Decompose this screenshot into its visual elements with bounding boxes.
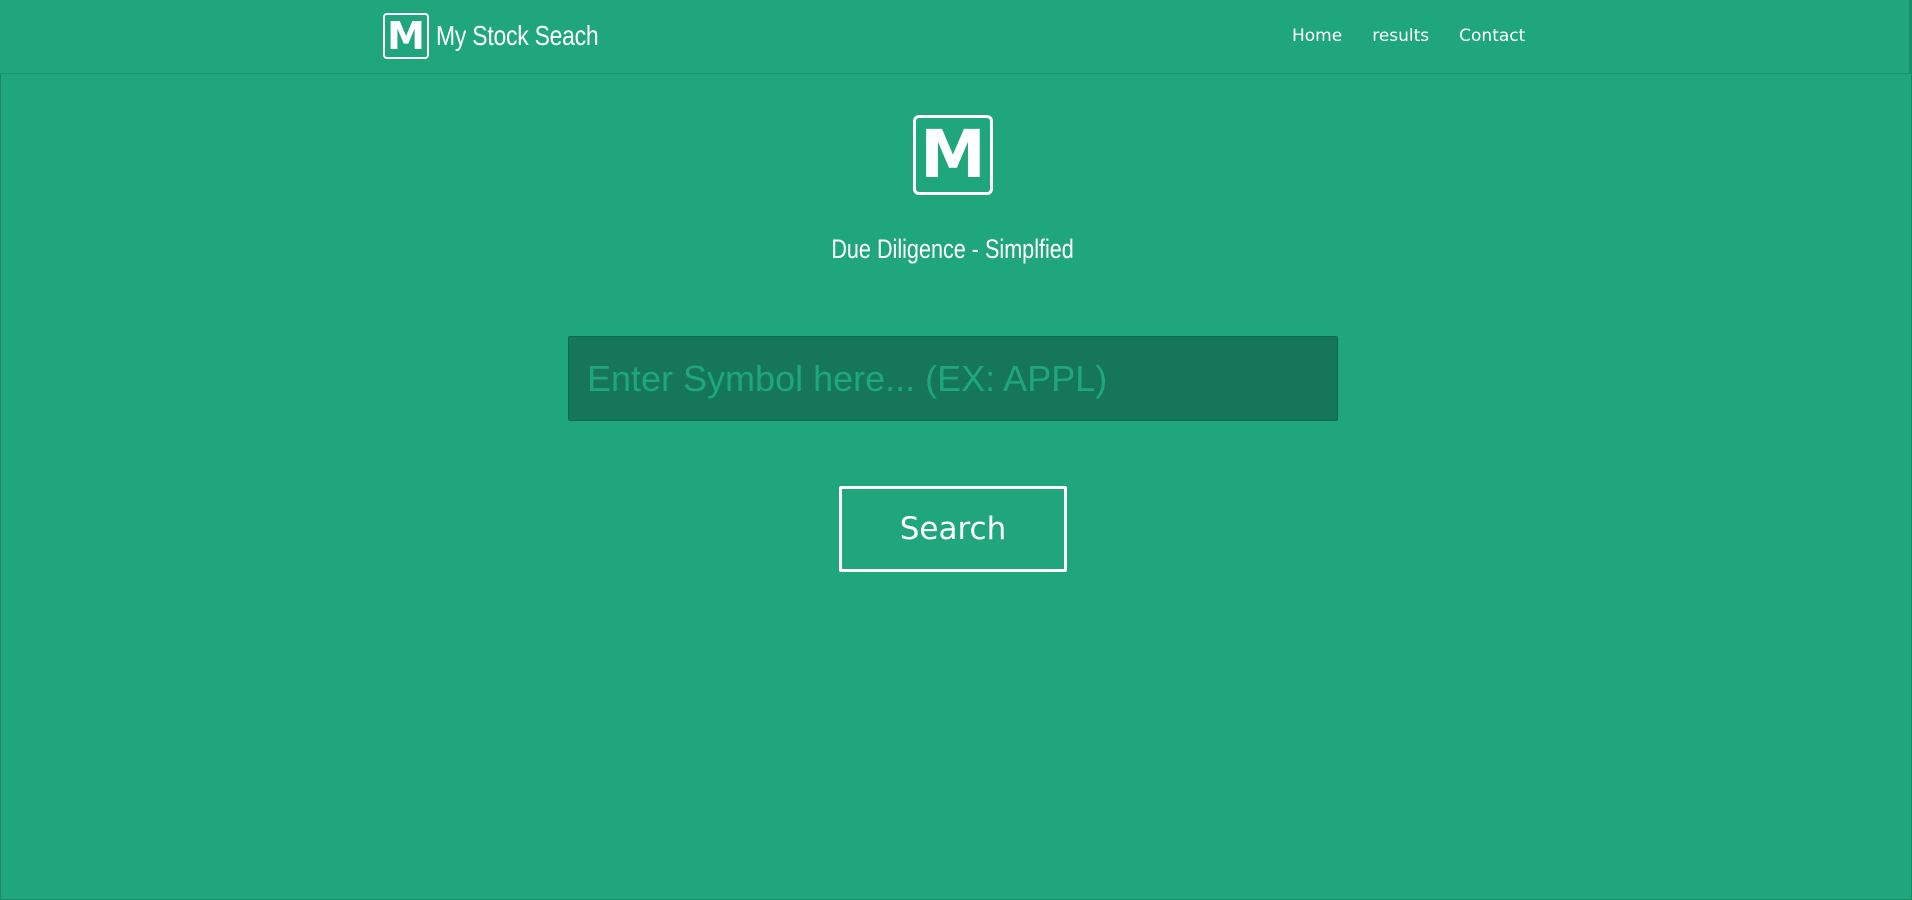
- nav-link-home[interactable]: Home: [1292, 26, 1342, 46]
- nav-links: Home results Contact: [1292, 26, 1555, 46]
- nav-link-results[interactable]: results: [1372, 26, 1429, 46]
- brand-link[interactable]: M My Stock Seach: [383, 13, 634, 59]
- nav-link-contact[interactable]: Contact: [1459, 26, 1525, 46]
- symbol-search-input[interactable]: [568, 336, 1338, 421]
- search-button[interactable]: Search: [839, 486, 1067, 572]
- tagline-text: Due Diligence - Simplfied: [831, 234, 1075, 264]
- tagline: Due Diligence - Simplfied: [0, 234, 1906, 265]
- hero-logo-icon: M: [913, 115, 993, 195]
- brand-logo-icon: M: [383, 13, 429, 59]
- navbar: M My Stock Seach Home results Contact: [0, 0, 1912, 74]
- brand-name: My Stock Seach: [436, 20, 599, 51]
